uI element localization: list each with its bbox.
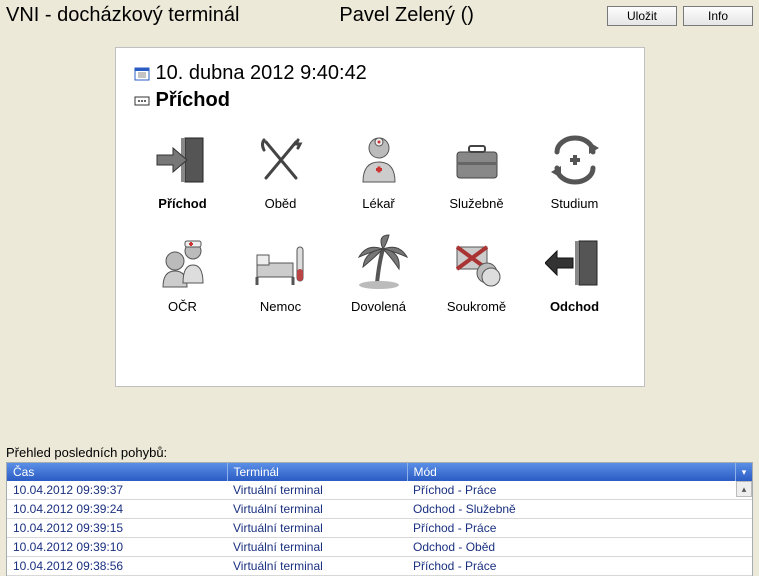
sick-icon [251, 233, 311, 293]
private-icon [447, 233, 507, 293]
table-row[interactable]: 10.04.2012 09:38:56Virtuální terminalPří… [7, 557, 752, 576]
tile-label: Odchod [526, 299, 624, 314]
tile-label: Služebně [428, 196, 526, 211]
tile-label: OČR [134, 299, 232, 314]
departure-icon [545, 233, 605, 293]
main-panel: 10. dubna 2012 9:40:42 Příchod Příchod O… [115, 47, 645, 387]
briefcase-icon [447, 130, 507, 190]
tile-ocr[interactable]: OČR [134, 233, 232, 314]
tile-label: Studium [526, 196, 624, 211]
arrival-icon [153, 130, 213, 190]
info-button[interactable]: Info [683, 6, 753, 26]
lunch-icon [251, 130, 311, 190]
mode-label: Příchod [156, 89, 230, 112]
tile-obed[interactable]: Oběd [232, 130, 330, 211]
table-row[interactable]: 10.04.2012 09:39:15Virtuální terminalPří… [7, 519, 752, 538]
tile-nemoc[interactable]: Nemoc [232, 233, 330, 314]
vacation-icon [349, 233, 409, 293]
tile-sluzebne[interactable]: Služebně [428, 130, 526, 211]
calendar-icon [134, 66, 150, 82]
tile-label: Dovolená [330, 299, 428, 314]
tile-odchod[interactable]: Odchod [526, 233, 624, 314]
table-row[interactable]: 10.04.2012 09:39:37Virtuální terminalPří… [7, 481, 752, 500]
movements-table-wrap: ▾ ▴ Čas Terminál Mód 10.04.2012 09:39:37… [6, 462, 753, 576]
family-care-icon [153, 233, 213, 293]
col-time[interactable]: Čas [7, 463, 227, 481]
datetime-label: 10. dubna 2012 9:40:42 [156, 62, 367, 85]
scroll-up-button[interactable]: ▴ [736, 481, 752, 497]
user-name: Pavel Zelený () [339, 4, 607, 27]
tile-label: Příchod [134, 196, 232, 211]
movements-table: Čas Terminál Mód 10.04.2012 09:39:37Virt… [7, 463, 752, 576]
tile-label: Nemoc [232, 299, 330, 314]
col-terminal[interactable]: Terminál [227, 463, 407, 481]
table-menu-button[interactable]: ▾ [735, 463, 752, 481]
tile-label: Oběd [232, 196, 330, 211]
tile-dovolena[interactable]: Dovolená [330, 233, 428, 314]
study-icon [545, 130, 605, 190]
action-grid: Příchod Oběd Lékař Služebně Studium [134, 130, 626, 336]
tile-lekar[interactable]: Lékař [330, 130, 428, 211]
tile-studium[interactable]: Studium [526, 130, 624, 211]
table-row[interactable]: 10.04.2012 09:39:10Virtuální terminalOdc… [7, 538, 752, 557]
save-button[interactable]: Uložit [607, 6, 677, 26]
tile-prichod[interactable]: Příchod [134, 130, 232, 211]
tile-label: Lékař [330, 196, 428, 211]
table-row[interactable]: 10.04.2012 09:39:24Virtuální terminalOdc… [7, 500, 752, 519]
mode-icon [134, 93, 150, 109]
table-title: Přehled posledních pohybů: [6, 445, 759, 460]
tile-label: Soukromě [428, 299, 526, 314]
doctor-icon [349, 130, 409, 190]
tile-soukrome[interactable]: Soukromě [428, 233, 526, 314]
col-mode[interactable]: Mód [407, 463, 752, 481]
app-title: VNI - docházkový terminál [6, 4, 239, 27]
